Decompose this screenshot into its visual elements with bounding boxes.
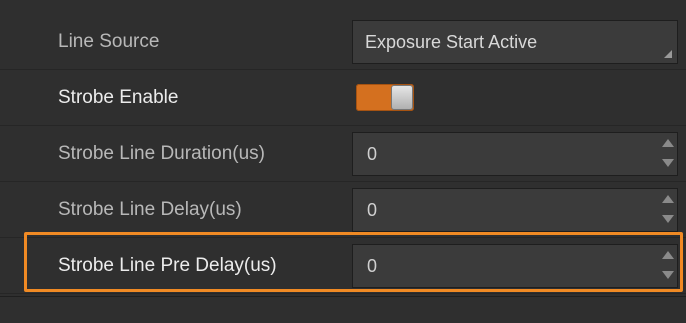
dropdown-corner-icon <box>664 50 672 58</box>
input-value: 0 <box>367 200 378 220</box>
property-row-strobe-enable: Strobe Enable <box>0 70 686 126</box>
spin-down-arrow-icon[interactable] <box>662 159 674 167</box>
spinbox-buttons <box>659 191 675 229</box>
property-row-line-source: Line Source Exposure Start Active <box>0 14 686 70</box>
input-value: 0 <box>367 256 378 276</box>
spinbox-buttons <box>659 247 675 285</box>
spin-down-arrow-icon[interactable] <box>662 215 674 223</box>
line-source-select[interactable]: Exposure Start Active <box>352 20 678 64</box>
strobe-line-duration-input[interactable]: 0 <box>352 132 678 176</box>
property-row-strobe-line-pre-delay: Strobe Line Pre Delay(us) 0 <box>0 238 686 294</box>
strobe-enable-toggle[interactable] <box>356 84 414 111</box>
property-label: Line Source <box>58 31 160 52</box>
spin-down-arrow-icon[interactable] <box>662 271 674 279</box>
spinbox-buttons <box>659 135 675 173</box>
property-row-strobe-line-duration: Strobe Line Duration(us) 0 <box>0 126 686 182</box>
property-label: Strobe Line Delay(us) <box>58 199 242 220</box>
spin-up-arrow-icon[interactable] <box>662 251 674 259</box>
input-value: 0 <box>367 144 378 164</box>
property-row-strobe-line-delay: Strobe Line Delay(us) 0 <box>0 182 686 238</box>
property-label: Strobe Line Duration(us) <box>58 143 265 164</box>
toggle-knob <box>391 85 413 110</box>
divider <box>0 296 686 297</box>
property-label: Strobe Line Pre Delay(us) <box>58 255 277 276</box>
spin-up-arrow-icon[interactable] <box>662 139 674 147</box>
property-label: Strobe Enable <box>58 87 179 108</box>
property-panel: Line Source Exposure Start Active Strobe… <box>0 0 686 323</box>
spin-up-arrow-icon[interactable] <box>662 195 674 203</box>
select-value: Exposure Start Active <box>365 32 538 52</box>
strobe-line-pre-delay-input[interactable]: 0 <box>352 244 678 288</box>
strobe-line-delay-input[interactable]: 0 <box>352 188 678 232</box>
